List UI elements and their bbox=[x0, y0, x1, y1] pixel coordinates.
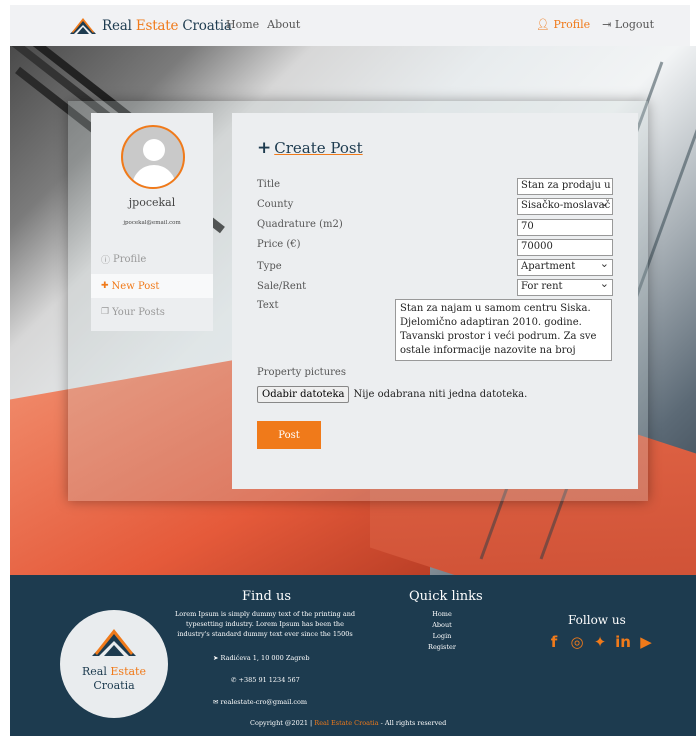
house-logo-icon bbox=[70, 18, 96, 34]
location-icon: ➤ bbox=[213, 654, 219, 662]
footer-logo: Real Estate Croatia bbox=[60, 610, 168, 718]
profile-sidebar: jpocekal jpocekal@email.com ⓘ Profile ✚ Ne… bbox=[91, 113, 213, 331]
sale-rent-label: Sale/Rent bbox=[257, 281, 307, 292]
copyright: Copyright @2021 | Real Estate Croatia - … bbox=[250, 719, 447, 727]
footer-email: ✉ realestate-cro@gmail.com bbox=[213, 698, 308, 706]
plus-icon: ✚ bbox=[101, 281, 109, 291]
type-label: Type bbox=[257, 261, 282, 272]
nav-logout-link[interactable]: ⇥ Logout bbox=[602, 18, 654, 31]
price-label: Price (€) bbox=[257, 239, 301, 250]
footer: Real Estate Croatia Find us Lorem Ipsum … bbox=[10, 575, 696, 736]
linkedin-icon[interactable]: in bbox=[613, 633, 633, 651]
sidebar-item-your-posts[interactable]: ❐ Your Posts bbox=[91, 300, 213, 324]
sale-rent-select[interactable]: For rent bbox=[517, 279, 613, 296]
file-status: Nije odabrana niti jedna datoteka. bbox=[353, 389, 528, 400]
follow-us-heading: Follow us bbox=[568, 613, 626, 627]
price-input[interactable]: 70000 bbox=[517, 239, 613, 256]
facebook-icon[interactable]: f bbox=[544, 633, 564, 651]
mail-icon: ✉ bbox=[213, 698, 219, 706]
brand-link[interactable]: Real Estate Croatia bbox=[68, 15, 232, 37]
user-icon: 👤︎ bbox=[536, 18, 551, 31]
instagram-icon[interactable]: ◎ bbox=[567, 633, 587, 651]
social-links: f ◎ ✦ in ▶ bbox=[544, 633, 656, 651]
copy-icon: ❐ bbox=[101, 307, 110, 317]
quadrature-label: Quadrature (m2) bbox=[257, 219, 343, 230]
nav-user-menu: 👤︎ Profile ⇥ Logout bbox=[536, 18, 654, 31]
plus-icon: + bbox=[257, 138, 272, 158]
brand-name: Real Estate Croatia bbox=[102, 18, 232, 34]
title-input[interactable]: Stan za prodaju u Si bbox=[517, 178, 613, 195]
county-label: County bbox=[257, 199, 294, 210]
youtube-icon[interactable]: ▶ bbox=[636, 633, 656, 651]
footer-address: ➤ Radićeva 1, 10 000 Zagreb bbox=[213, 654, 310, 662]
footer-phone: ✆ +385 91 1234 567 bbox=[231, 676, 300, 684]
nav-links: Home About bbox=[226, 18, 300, 31]
footer-description: Lorem Ipsum is simply dummy text of the … bbox=[174, 610, 356, 638]
file-input: Odabir datoteka Nije odabrana niti jedna… bbox=[257, 386, 527, 403]
nav-profile-link[interactable]: 👤︎ Profile bbox=[536, 18, 590, 31]
find-us-heading: Find us bbox=[242, 589, 292, 604]
twitter-icon[interactable]: ✦ bbox=[590, 633, 610, 651]
text-textarea[interactable]: Stan za najam u samom centru Siska. Djel… bbox=[395, 299, 612, 361]
sidebar-username: jpocekal bbox=[128, 196, 176, 209]
logout-icon: ⇥ bbox=[602, 18, 612, 31]
house-logo-icon bbox=[92, 629, 136, 656]
nav-about-link[interactable]: About bbox=[267, 18, 300, 31]
title-label: Title bbox=[257, 179, 281, 190]
avatar bbox=[121, 125, 185, 189]
footer-link-login[interactable]: Login bbox=[410, 631, 474, 642]
county-select[interactable]: Sisačko-moslavač bbox=[517, 198, 613, 215]
footer-link-about[interactable]: About bbox=[410, 620, 474, 631]
page-title: + Create Post bbox=[257, 138, 363, 158]
sidebar-item-new-post[interactable]: ✚ New Post bbox=[91, 274, 213, 298]
sidebar-item-profile[interactable]: ⓘ Profile bbox=[91, 247, 213, 271]
info-icon: ⓘ bbox=[101, 255, 111, 266]
type-select[interactable]: Apartment bbox=[517, 259, 613, 276]
create-post-card: +Create Post Title Stan za prodaju u Si … bbox=[232, 113, 638, 489]
nav-home-link[interactable]: Home bbox=[226, 18, 259, 31]
quick-links-heading: Quick links bbox=[409, 589, 483, 604]
navbar: Real Estate Croatia Home About 👤︎ Profil… bbox=[10, 5, 690, 46]
post-button[interactable]: Post bbox=[257, 421, 321, 449]
sidebar-email: jpocekal@email.com bbox=[123, 220, 181, 226]
phone-icon: ✆ bbox=[231, 676, 237, 684]
choose-file-button[interactable]: Odabir datoteka bbox=[257, 386, 350, 403]
footer-link-home[interactable]: Home bbox=[410, 609, 474, 620]
footer-link-register[interactable]: Register bbox=[410, 642, 474, 653]
quadrature-input[interactable]: 70 bbox=[517, 219, 613, 236]
text-label: Text bbox=[257, 300, 279, 311]
pictures-label: Property pictures bbox=[257, 367, 346, 378]
